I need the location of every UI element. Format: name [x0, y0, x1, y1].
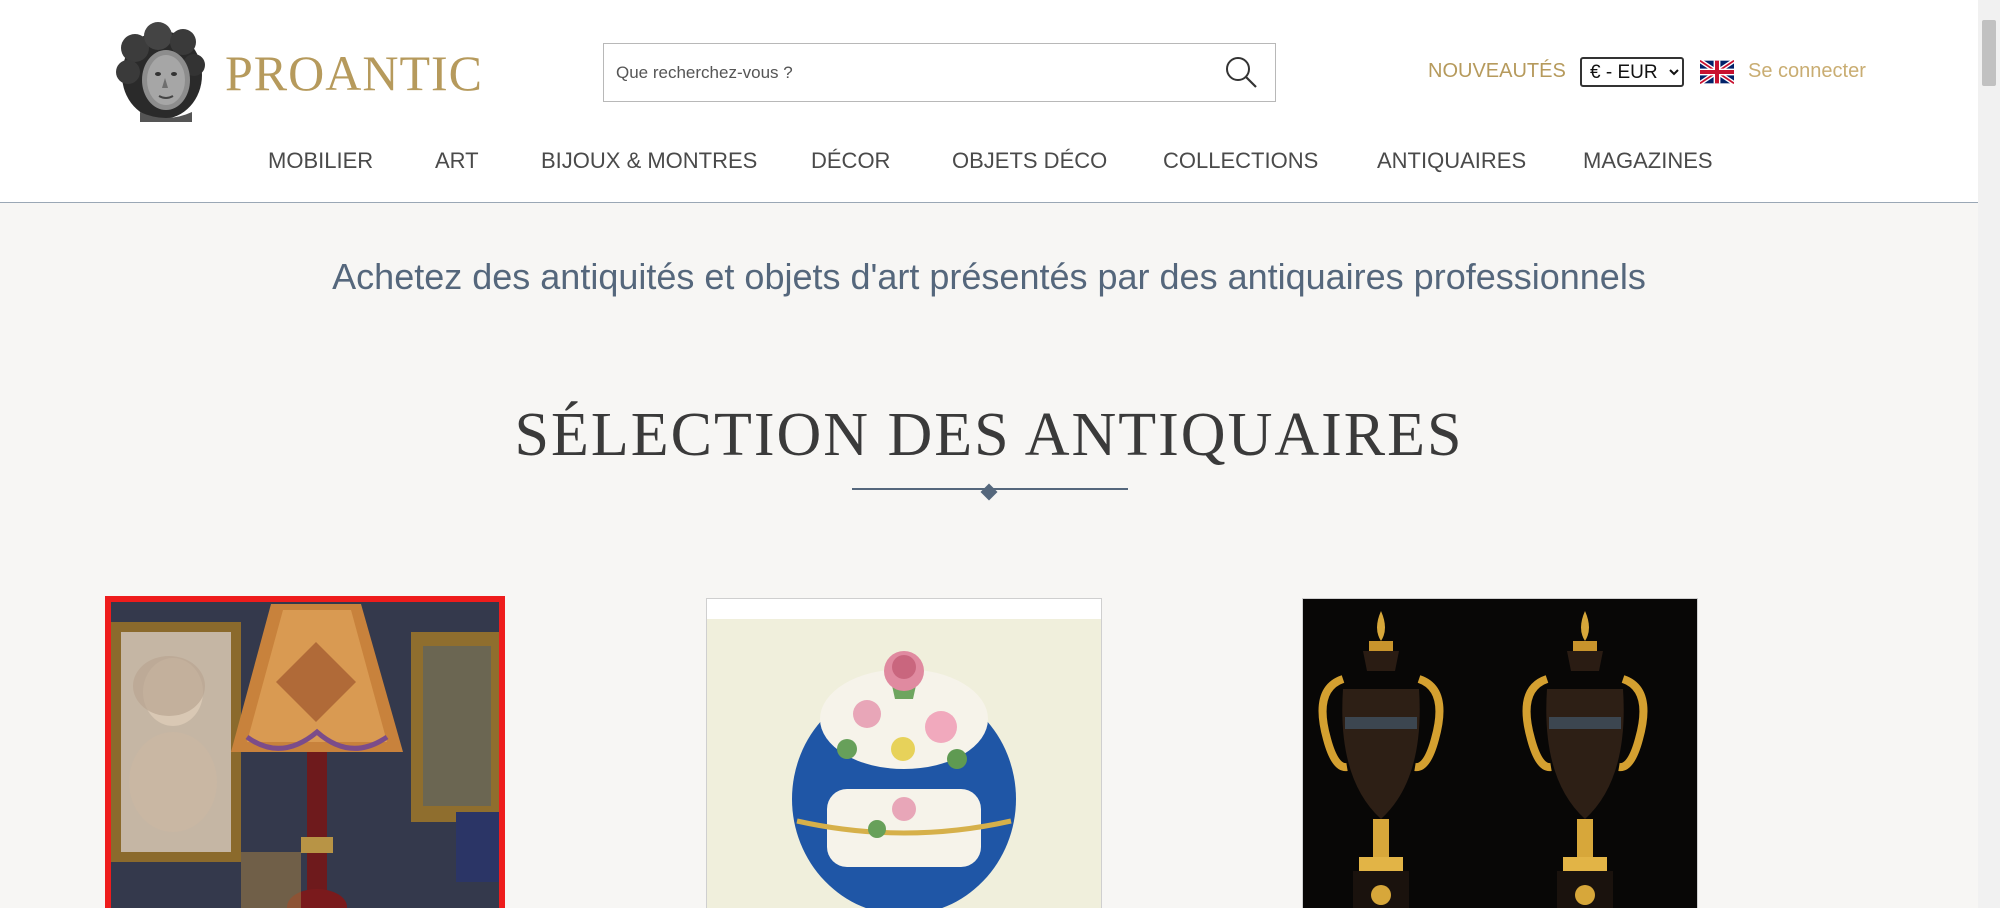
tagline: Achetez des antiquités et objets d'art p… — [332, 256, 1646, 297]
nav-item-decor[interactable]: DÉCOR — [811, 148, 890, 174]
uk-flag-icon[interactable] — [1698, 58, 1736, 86]
section-title: SÉLECTION DES ANTIQUAIRES — [514, 401, 1464, 469]
nav-item-magazines[interactable]: MAGAZINES — [1583, 148, 1713, 174]
search-bar — [603, 43, 1276, 102]
site-header: PROANTIC NOUVEAUTÉS € - EUR Se connecter… — [0, 0, 1978, 203]
nav-item-objets-deco[interactable]: OBJETS DÉCO — [952, 148, 1107, 174]
brand-name[interactable]: PROANTIC — [225, 44, 483, 102]
product-card-porcelain[interactable] — [706, 598, 1102, 908]
ormolu-cassolettes-pair-image — [1303, 599, 1697, 908]
logo-bust-icon[interactable] — [110, 20, 210, 122]
nav-item-antiquaires[interactable]: ANTIQUAIRES — [1377, 148, 1526, 174]
search-icon[interactable] — [1223, 54, 1259, 90]
scrollbar-thumb[interactable] — [1982, 20, 1996, 86]
lamp-and-portrait-image — [111, 602, 499, 908]
porcelain-bonbonniere-image — [707, 599, 1101, 908]
divider-diamond-icon — [980, 483, 998, 501]
nav-item-collections[interactable]: COLLECTIONS — [1163, 148, 1318, 174]
nav-item-mobilier[interactable]: MOBILIER — [268, 148, 373, 174]
currency-select[interactable]: € - EUR — [1580, 57, 1684, 87]
login-link[interactable]: Se connecter — [1748, 60, 1866, 83]
nouveautes-link[interactable]: NOUVEAUTÉS — [1428, 60, 1566, 83]
main-nav: MOBILIER ART BIJOUX & MONTRES DÉCOR OBJE… — [0, 148, 1978, 184]
nav-item-bijoux-montres[interactable]: BIJOUX & MONTRES — [541, 148, 757, 174]
page-scrollbar[interactable] — [1978, 0, 2000, 908]
nav-item-art[interactable]: ART — [435, 148, 479, 174]
product-card-cassolettes[interactable] — [1302, 598, 1698, 908]
product-card-lamp[interactable] — [105, 596, 505, 908]
search-input[interactable] — [604, 44, 1204, 101]
